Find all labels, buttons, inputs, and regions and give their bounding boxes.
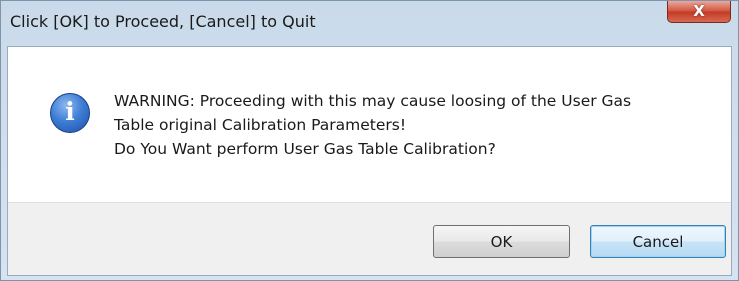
close-icon: X <box>693 2 705 20</box>
ok-button[interactable]: OK <box>433 225 570 258</box>
title-bar[interactable]: Click [OK] to Proceed, [Cancel] to Quit … <box>1 1 738 46</box>
information-icon: i <box>50 93 90 133</box>
message-line: Do You Want perform User Gas Table Calib… <box>114 140 496 158</box>
message-area: i WARNING: Proceeding with this may caus… <box>8 47 731 202</box>
information-icon-glyph: i <box>65 97 75 126</box>
button-bar: OK Cancel <box>8 202 731 275</box>
dialog-client-area: i WARNING: Proceeding with this may caus… <box>7 46 732 276</box>
close-button[interactable]: X <box>667 1 731 23</box>
dialog-window: Click [OK] to Proceed, [Cancel] to Quit … <box>0 0 739 281</box>
message-line: Table original Calibration Parameters! <box>114 116 407 134</box>
message-line: WARNING: Proceeding with this may cause … <box>114 92 632 110</box>
window-title: Click [OK] to Proceed, [Cancel] to Quit <box>10 12 316 31</box>
message-text: WARNING: Proceeding with this may cause … <box>114 89 714 161</box>
cancel-button[interactable]: Cancel <box>590 225 726 258</box>
